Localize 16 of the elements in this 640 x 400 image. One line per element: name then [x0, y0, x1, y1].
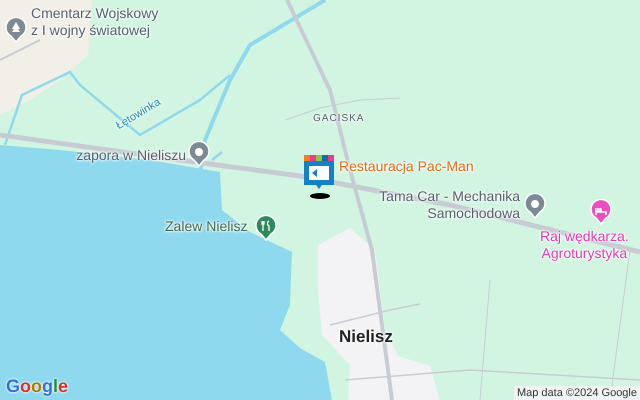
place-label[interactable]: Zalew Nielisz: [165, 218, 248, 235]
place-label[interactable]: Cmentarz Wojskowy z I wojny światowej: [31, 5, 158, 39]
dot-pin-icon[interactable]: [188, 141, 210, 167]
map-attribution: Map data ©2024 Google: [514, 386, 640, 400]
place-label[interactable]: GACISKA: [313, 113, 364, 125]
google-logo[interactable]: Google: [6, 376, 68, 397]
place-label[interactable]: Restauracja Pac-Man: [339, 158, 474, 175]
dot-pin-icon[interactable]: [524, 193, 546, 219]
place-label[interactable]: zapora w Nieliszu: [76, 147, 186, 164]
bed-pin-icon[interactable]: [590, 199, 612, 225]
place-label[interactable]: Tama Car - Mechanika Samochodowa: [379, 188, 520, 222]
tree-pin-icon[interactable]: [5, 17, 27, 43]
place-label[interactable]: Raj wędkarza. Agroturystyka: [540, 228, 629, 262]
fork-knife-pin-icon[interactable]: [255, 215, 277, 241]
place-label[interactable]: Nielisz: [339, 327, 393, 348]
restaurant-marker-icon[interactable]: [303, 154, 337, 200]
